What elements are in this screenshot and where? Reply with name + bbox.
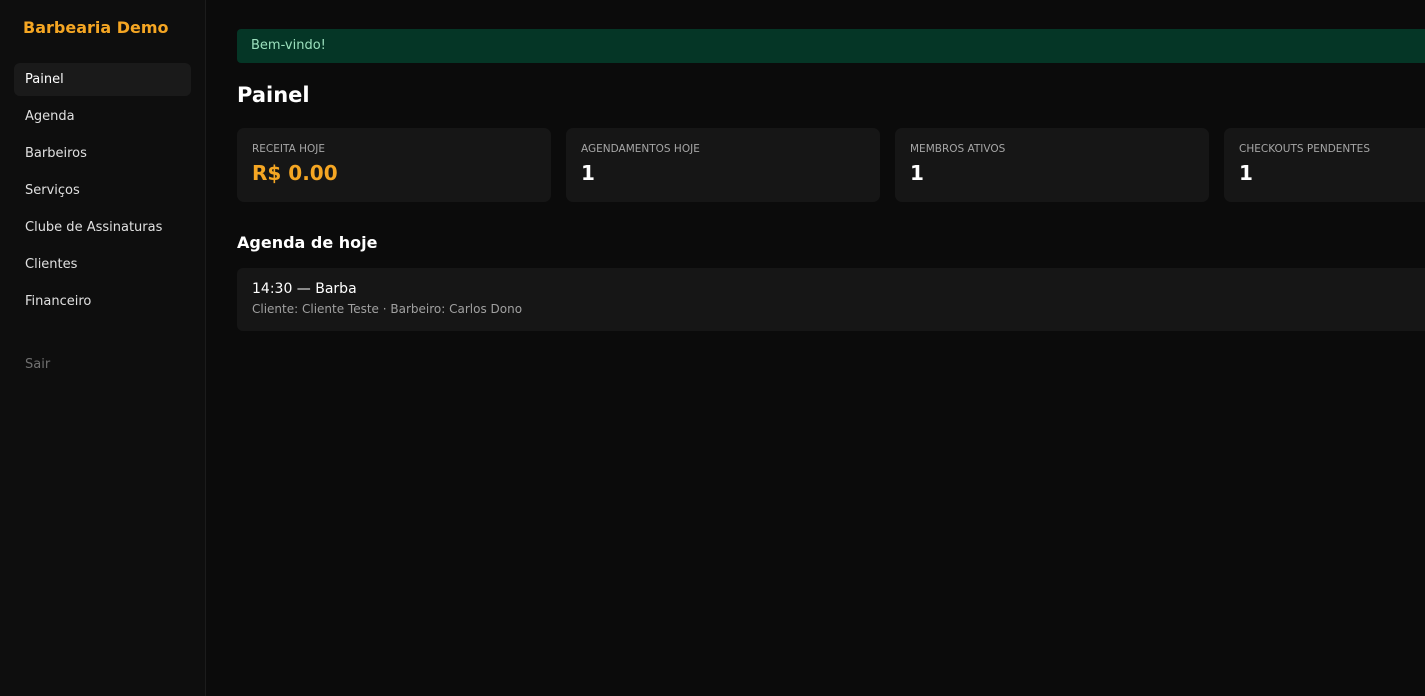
sidebar-item-agenda[interactable]: Agenda xyxy=(14,100,191,133)
stat-value: 1 xyxy=(910,161,924,185)
sidebar-item-financeiro[interactable]: Financeiro xyxy=(14,285,191,318)
stat-card-membros-ativos: MEMBROS ATIVOS 1 xyxy=(895,128,1209,202)
stat-value: 1 xyxy=(1239,161,1253,185)
app-root: Barbearia Demo Painel Agenda Barbeiros S… xyxy=(0,0,1425,696)
stat-label: MEMBROS ATIVOS xyxy=(910,143,1006,155)
sidebar: Barbearia Demo Painel Agenda Barbeiros S… xyxy=(0,0,206,696)
section-title-agenda: Agenda de hoje xyxy=(237,233,378,252)
brand-logo[interactable]: Barbearia Demo xyxy=(14,16,191,42)
sidebar-item-painel[interactable]: Painel xyxy=(14,63,191,96)
stat-label: RECEITA HOJE xyxy=(252,143,326,155)
list-item[interactable]: 14:30 — Barba Cliente: Cliente Teste · B… xyxy=(237,268,1425,332)
sidebar-nav: Painel Agenda Barbeiros Serviços Clube d… xyxy=(14,63,191,322)
sidebar-item-clientes[interactable]: Clientes xyxy=(14,248,191,281)
appointment-title: 14:30 — Barba xyxy=(252,281,357,298)
stat-value: R$ 0.00 xyxy=(252,161,338,185)
logout-link[interactable]: Sair xyxy=(14,355,191,375)
sidebar-item-servicos[interactable]: Serviços xyxy=(14,174,191,207)
stat-label: CHECKOUTS PENDENTES xyxy=(1239,143,1370,155)
agenda-list: 14:30 — Barba Cliente: Cliente Teste · B… xyxy=(237,268,1425,332)
stat-value: 1 xyxy=(581,161,595,185)
main-content: Bem-vindo! Painel RECEITA HOJE R$ 0.00 A… xyxy=(206,0,1425,696)
stats-cards: RECEITA HOJE R$ 0.00 AGENDAMENTOS HOJE 1… xyxy=(237,128,1425,202)
flash-message: Bem-vindo! xyxy=(237,29,1425,63)
stat-card-checkouts-pendentes: CHECKOUTS PENDENTES 1 xyxy=(1224,128,1425,202)
appointment-details: Cliente: Cliente Teste · Barbeiro: Carlo… xyxy=(252,302,523,317)
sidebar-item-barbeiros[interactable]: Barbeiros xyxy=(14,137,191,170)
stat-card-receita-hoje: RECEITA HOJE R$ 0.00 xyxy=(237,128,551,202)
page-title: Painel xyxy=(237,83,310,107)
stat-label: AGENDAMENTOS HOJE xyxy=(581,143,700,155)
stat-card-agendamentos-hoje: AGENDAMENTOS HOJE 1 xyxy=(566,128,880,202)
sidebar-item-clube-de-assinaturas[interactable]: Clube de Assinaturas xyxy=(14,211,191,244)
